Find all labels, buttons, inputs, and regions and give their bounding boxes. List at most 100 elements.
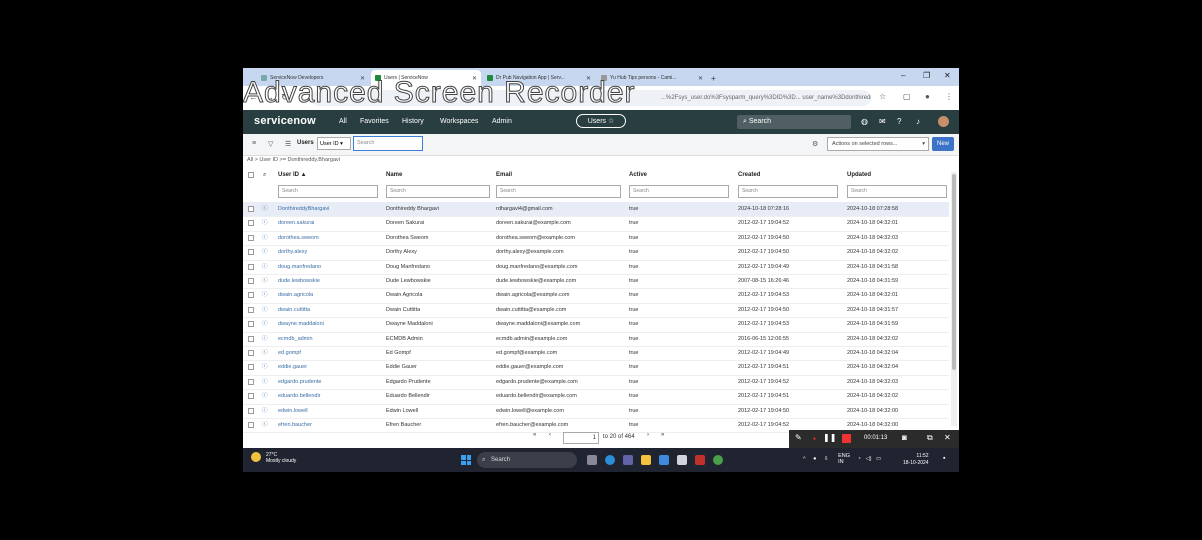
column-search-name[interactable]: Search: [386, 185, 490, 198]
row-checkbox[interactable]: [248, 234, 254, 241]
column-search-created[interactable]: Search: [738, 185, 838, 198]
close-icon[interactable]: ✕: [698, 75, 703, 82]
cell-user-id[interactable]: ed.gompf: [278, 346, 380, 360]
cell-user-id[interactable]: DonthireddyBhargavi: [278, 202, 380, 216]
reload-icon[interactable]: ↻: [281, 92, 289, 103]
taskbar-search-input[interactable]: ⌕ Search: [477, 452, 577, 468]
close-icon[interactable]: ✕: [586, 75, 591, 82]
preview-info-icon[interactable]: ⓘ: [262, 202, 268, 216]
row-checkbox[interactable]: [248, 407, 254, 414]
column-header-user-id[interactable]: User ID ▲: [278, 168, 307, 182]
back-icon[interactable]: ←: [249, 92, 258, 102]
table-row[interactable]: ⓘ doug.manfredano Doug Manfredano doug.manf…: [243, 260, 949, 275]
actions-select[interactable]: Actions on selected rows... ▾: [827, 137, 929, 151]
table-row[interactable]: ⓘ ed.gompf Ed Gompf ed.gompf@example.com tru…: [243, 346, 949, 362]
preview-info-icon[interactable]: ⓘ: [262, 332, 268, 346]
restore-icon[interactable]: ❐: [923, 71, 930, 80]
hamburger-icon[interactable]: ≡: [252, 140, 256, 147]
minimize-icon[interactable]: –: [901, 71, 905, 80]
browser-menu-icon[interactable]: ⋮: [945, 92, 953, 101]
list-menu-icon[interactable]: ☰: [285, 140, 291, 148]
notifications-icon[interactable]: ♪: [916, 117, 920, 126]
tray-download-icon[interactable]: ⇩: [824, 456, 829, 462]
cell-user-id[interactable]: doug.manfredano: [278, 260, 380, 274]
context-pill[interactable]: Users ☆: [576, 114, 626, 128]
scrollbar-thumb[interactable]: [952, 174, 956, 370]
avatar[interactable]: [938, 116, 949, 127]
profile-icon[interactable]: ●: [925, 92, 930, 101]
column-search-active[interactable]: Search: [629, 185, 729, 198]
close-window-icon[interactable]: ✕: [944, 71, 951, 80]
row-checkbox[interactable]: [248, 378, 254, 385]
browser-tab[interactable]: Dr Pub Navigation App | Serv... ✕: [483, 70, 595, 86]
preview-info-icon[interactable]: ⓘ: [262, 404, 268, 418]
column-search-updated[interactable]: Search: [847, 185, 947, 198]
pause-icon[interactable]: ❚❚: [823, 433, 836, 442]
row-checkbox[interactable]: [248, 306, 254, 313]
recorder-app-icon[interactable]: [695, 455, 705, 465]
preview-info-icon[interactable]: ⓘ: [262, 360, 268, 374]
close-icon[interactable]: ✕: [360, 75, 365, 82]
table-row[interactable]: ⓘ edgardo.prudente Edgardo Prudente edgardo…: [243, 375, 949, 391]
column-search-user-id[interactable]: Search: [278, 185, 378, 198]
chat-icon[interactable]: ✉: [879, 117, 886, 126]
table-row[interactable]: ⓘ ecmdb_admin ECMDB Admin ecmdb.admin@examp…: [243, 332, 949, 347]
preview-info-icon[interactable]: ⓘ: [262, 389, 268, 403]
help-icon[interactable]: ?: [897, 117, 901, 126]
column-header-created[interactable]: Created: [738, 168, 760, 182]
menu-all[interactable]: All: [339, 118, 347, 125]
cell-user-id[interactable]: efren.baucher: [278, 418, 380, 432]
lang-indicator[interactable]: ENG IN: [838, 453, 850, 465]
cell-user-id[interactable]: dwain.cuttitta: [278, 303, 380, 317]
notification-icon[interactable]: ▪: [943, 455, 945, 462]
preview-info-icon[interactable]: ⓘ: [262, 245, 268, 259]
tray-app-icon[interactable]: ●: [813, 456, 816, 462]
settings-gear-icon[interactable]: ⚙: [812, 140, 818, 148]
preview-info-icon[interactable]: ⓘ: [262, 288, 268, 302]
row-checkbox[interactable]: [248, 278, 254, 284]
cell-user-id[interactable]: dorthy.alexy: [278, 245, 380, 259]
table-row[interactable]: ⓘ dorothea.sweom Dorothea Sweom dorothea.sw…: [243, 231, 949, 247]
menu-history[interactable]: History: [402, 118, 424, 125]
stop-icon[interactable]: [842, 434, 851, 443]
cell-user-id[interactable]: dwayne.maddaloni: [278, 317, 380, 331]
preview-info-icon[interactable]: ⓘ: [262, 375, 268, 389]
row-checkbox[interactable]: [248, 206, 254, 212]
row-checkbox[interactable]: [248, 364, 254, 371]
globe-icon[interactable]: ◍: [861, 117, 868, 126]
preview-info-icon[interactable]: ⓘ: [262, 418, 268, 432]
file-explorer-icon[interactable]: [641, 455, 651, 465]
row-checkbox[interactable]: [248, 422, 254, 428]
field-select[interactable]: User ID ▾: [317, 137, 351, 150]
list-search-input[interactable]: Search: [353, 136, 423, 151]
menu-favorites[interactable]: Favorites: [360, 118, 389, 125]
forward-icon[interactable]: →: [265, 92, 274, 102]
teams-icon[interactable]: [623, 455, 633, 465]
prev-page-button[interactable]: ‹: [549, 432, 551, 438]
row-checkbox[interactable]: [248, 335, 254, 342]
extensions-icon[interactable]: ▢: [903, 92, 911, 101]
close-icon[interactable]: ✕: [472, 75, 477, 82]
column-header-updated[interactable]: Updated: [847, 168, 871, 182]
table-row[interactable]: ⓘ dwain.cuttitta Dwain Cuttitta dwain.cutti…: [243, 303, 949, 319]
cell-user-id[interactable]: edgardo.prudente: [278, 375, 380, 389]
first-page-button[interactable]: «: [533, 432, 536, 438]
row-checkbox[interactable]: [248, 393, 254, 400]
volume-icon[interactable]: ◁): [865, 456, 871, 462]
preview-info-icon[interactable]: ⓘ: [262, 216, 268, 230]
browser-tab[interactable]: ServiceNow Developers ✕: [257, 70, 369, 86]
row-checkbox[interactable]: [248, 292, 254, 299]
cell-user-id[interactable]: dorothea.sweom: [278, 231, 380, 245]
row-checkbox[interactable]: [248, 263, 254, 270]
cell-user-id[interactable]: eduardo.bellendir: [278, 389, 380, 403]
row-checkbox[interactable]: [248, 350, 254, 356]
task-view-icon[interactable]: [587, 455, 597, 465]
bookmark-star-icon[interactable]: ☆: [879, 92, 886, 101]
cell-user-id[interactable]: doreen.sakurai: [278, 216, 380, 230]
cell-user-id[interactable]: ecmdb_admin: [278, 332, 380, 346]
column-header-active[interactable]: Active: [629, 168, 647, 182]
menu-admin[interactable]: Admin: [492, 118, 512, 125]
cell-user-id[interactable]: eddie.gauer: [278, 360, 380, 374]
breadcrumb[interactable]: All > User ID >= Donthireddy.Bhargavi: [247, 157, 340, 163]
close-recorder-icon[interactable]: ✕: [944, 433, 951, 442]
